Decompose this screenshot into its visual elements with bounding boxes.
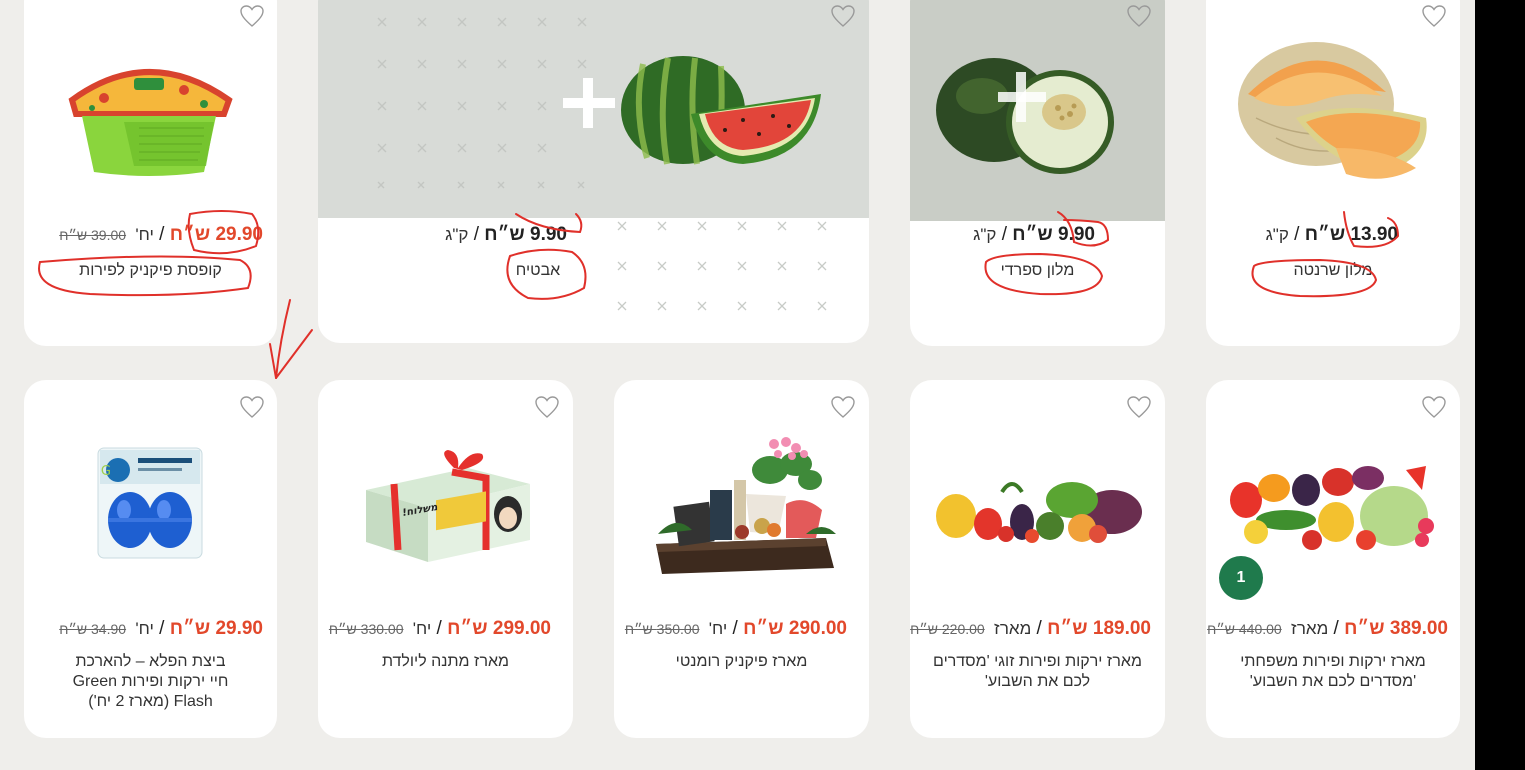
wishlist-heart-icon[interactable]: [1421, 4, 1447, 28]
product-card-couple-veg-box[interactable]: 189.00 ש״ח / מארז 220.00 ש״ח מארז ירקות …: [910, 380, 1165, 738]
wishlist-heart-icon[interactable]: [830, 4, 856, 28]
price-unit: יח': [135, 225, 154, 244]
svg-text:G: G: [101, 464, 111, 479]
product-grid: 29.90 ש״ח / יח' 39.00 ש״ח קופסת פיקניק ל…: [0, 0, 1475, 770]
arrow-annotation: [275, 329, 313, 379]
picnic-box-image: [68, 69, 233, 176]
romantic-picnic-basket-image: [656, 437, 836, 574]
current-price: 29.90 ש״ח: [169, 224, 263, 245]
product-price-line: 13.90 ש״ח / ק"ג: [1265, 224, 1398, 245]
wishlist-heart-icon[interactable]: [239, 395, 265, 419]
old-price: 34.90 ש״ח: [59, 621, 127, 637]
old-price: 350.00 ש״ח: [624, 621, 700, 637]
price-unit: ק"ג: [973, 225, 997, 244]
old-price: 440.00 ש״ח: [1207, 621, 1282, 637]
product-price-line: 9.90 ש״ח / ק"ג: [445, 224, 567, 245]
family-veg-box-image: [1230, 466, 1434, 550]
decor-x-pattern: [617, 221, 827, 311]
product-price-line: 29.90 ש״ח / יח' 34.90 ש״ח: [59, 618, 263, 639]
current-price: 389.00 ש״ח: [1344, 618, 1448, 639]
current-price: 9.90 ש״ח: [1012, 224, 1095, 245]
wishlist-heart-icon[interactable]: [1421, 395, 1447, 419]
old-price: 330.00 ש״ח: [328, 621, 404, 637]
product-price-line: 189.00 ש״ח / מארז 220.00 ש״ח: [910, 618, 1151, 639]
product-card-green-flash-egg[interactable]: G 29.90 ש״ח / יח' 34.90 ש״ח ביצת הפלא – …: [24, 380, 277, 738]
product-name[interactable]: מארז מתנה ליולדת: [318, 652, 573, 672]
current-price: 9.90 ש״ח: [484, 224, 567, 245]
wishlist-heart-icon[interactable]: [1126, 395, 1152, 419]
price-unit: ק"ג: [445, 225, 469, 244]
product-name[interactable]: מלון ספרדי: [910, 261, 1165, 281]
product-price-line: 290.00 ש״ח / יח' 350.00 ש״ח: [624, 618, 847, 639]
old-price: 39.00 ש״ח: [59, 227, 127, 243]
watermelon-image: [563, 56, 821, 165]
wishlist-heart-icon[interactable]: [239, 4, 265, 28]
product-price-line: 299.00 ש״ח / יח' 330.00 ש״ח: [328, 618, 551, 639]
product-card-charentais-melon[interactable]: 13.90 ש״ח / ק"ג מלון שרנטה: [1206, 0, 1460, 346]
price-unit: מארז: [1291, 619, 1329, 638]
product-name[interactable]: מארז פיקניק רומנטי: [614, 652, 869, 672]
price-unit: מארז: [994, 619, 1032, 638]
current-price: 189.00 ש״ח: [1047, 618, 1151, 639]
price-unit: ק"ג: [1265, 225, 1289, 244]
wishlist-heart-icon[interactable]: [830, 395, 856, 419]
current-price: 13.90 ש״ח: [1304, 224, 1398, 245]
product-card-gift-box[interactable]: משלוח! 299.00 ש״ח / יח' 330.00 ש״ח מארז …: [318, 380, 573, 738]
wishlist-heart-icon[interactable]: [534, 395, 560, 419]
couple-veg-box-image: [936, 482, 1142, 543]
old-price: 220.00 ש״ח: [910, 621, 985, 637]
product-card-spanish-melon[interactable]: 9.90 ש״ח / ק"ג מלון ספרדי: [910, 0, 1165, 346]
price-unit: יח': [412, 619, 432, 638]
product-price-line: 9.90 ש״ח / ק"ג: [973, 224, 1095, 245]
product-name[interactable]: אבטיח: [468, 261, 608, 281]
current-price: 290.00 ש״ח: [743, 618, 847, 639]
cart-quantity-badge[interactable]: 1: [1219, 556, 1263, 600]
current-price: 299.00 ש״ח: [447, 618, 551, 639]
wishlist-heart-icon[interactable]: [1126, 4, 1152, 28]
product-card-watermelon[interactable]: 9.90 ש״ח / ק"ג אבטיח: [318, 0, 869, 343]
price-unit: יח': [135, 619, 154, 638]
product-name[interactable]: מארז ירקות ופירות זוגי 'מסדרים לכם את הש…: [918, 652, 1157, 692]
product-name[interactable]: מלון שרנטה: [1206, 261, 1460, 281]
green-flash-egg-image: G: [97, 447, 203, 559]
product-card-picnic-box[interactable]: 29.90 ש״ח / יח' 39.00 ש״ח קופסת פיקניק ל…: [24, 0, 277, 346]
charentais-melon-image: [1238, 42, 1427, 179]
product-card-romantic-picnic[interactable]: 290.00 ש״ח / יח' 350.00 ש״ח מארז פיקניק …: [614, 380, 869, 738]
spanish-melon-image: [936, 58, 1114, 174]
product-price-line: 389.00 ש״ח / מארז 440.00 ש״ח: [1207, 618, 1448, 639]
product-name[interactable]: מארז ירקות ופירות משפחתי 'מסדרים לכם את …: [1214, 652, 1452, 692]
product-name[interactable]: קופסת פיקניק לפירות: [24, 261, 277, 281]
arrow-annotation: [275, 299, 291, 379]
current-price: 29.90 ש״ח: [169, 618, 263, 639]
gift-box-image: משלוח!: [366, 450, 530, 562]
price-unit: יח': [708, 619, 728, 638]
product-name[interactable]: ביצת הפלא – להארכת חיי ירקות ופירות Gree…: [64, 652, 237, 712]
arrow-annotation: [269, 343, 277, 379]
product-price-line: 29.90 ש״ח / יח' 39.00 ש״ח: [59, 224, 263, 245]
product-card-family-veg-box[interactable]: 1 389.00 ש״ח / מארז 440.00 ש״ח מארז ירקו…: [1206, 380, 1460, 738]
